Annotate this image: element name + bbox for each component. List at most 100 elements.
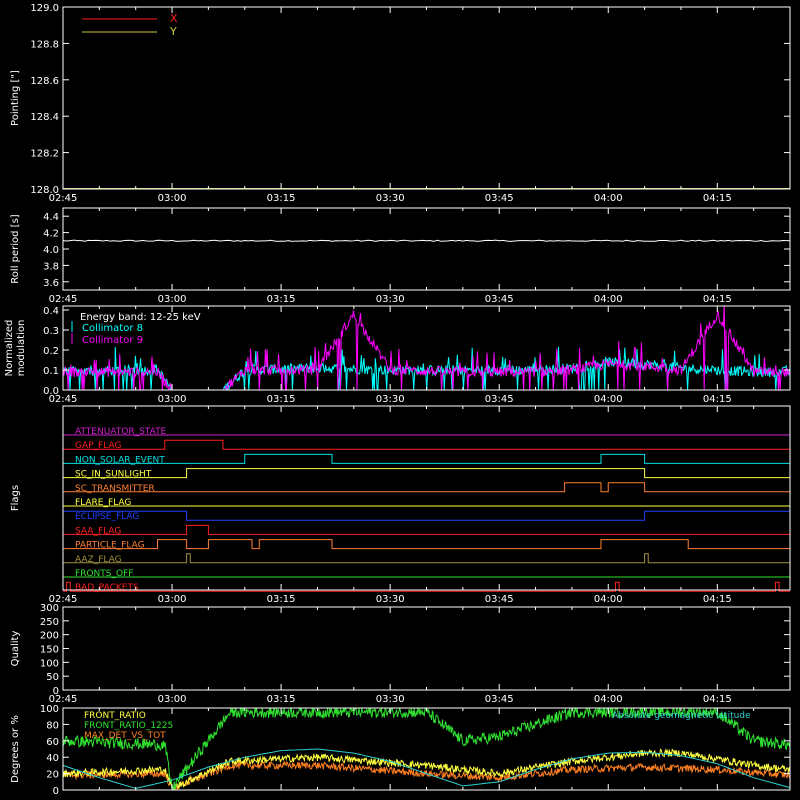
modulation-legend-label: Collimator 8	[82, 323, 143, 334]
qlook-chart: 02:45 03:00 03:15 03:30 03:45 04:00 04:15 129.0…	[4, 3, 791, 797]
quality-ylabel: Quality	[10, 631, 21, 667]
pointing-xtick-label: 03:45	[485, 193, 514, 204]
roll-ytick-label: 4.0	[43, 245, 59, 256]
pointing-ytick-label: 128.4	[30, 112, 59, 123]
flag-label-aaz_flag: AAZ_FLAG	[75, 555, 122, 565]
quality-xtick-label: 03:45	[485, 694, 514, 705]
flag-line-gap_flag	[63, 439, 790, 450]
pointing-legend-label: Y	[169, 25, 177, 38]
modulation-ytick-label: 0.2	[43, 346, 59, 357]
ratios-ytick-label: 80	[46, 720, 59, 731]
roll-frame	[62, 207, 791, 291]
modulation-xtick-label: 04:00	[594, 394, 623, 405]
flags-panel: ATTENUATOR_STATE GAP_FLAG NON_SOLAR_EVENT S…	[10, 405, 791, 605]
quality-frame	[62, 606, 791, 691]
flags-xtick-label: 03:30	[376, 594, 405, 605]
roll-xtick-label: 03:00	[158, 294, 187, 305]
flag-label-sc_transmitter: SC_TRANSMITTER	[75, 484, 155, 494]
flags-xtick-label: 03:15	[267, 594, 296, 605]
quality-ytick-label: 200	[40, 631, 59, 642]
ratios-ytick-label: 40	[46, 753, 59, 764]
flag-label-flare_flag: FLARE_FLAG	[75, 498, 131, 508]
quality-xtick-label: 03:15	[267, 694, 296, 705]
roll-ylabel: Roll period [s]	[10, 214, 21, 283]
pointing-xtick-label: 03:30	[376, 193, 405, 204]
flag-label-gap_flag: GAP_FLAG	[75, 441, 121, 451]
pointing-ytick-label: 128.8	[30, 39, 59, 50]
quality-xtick-label: 04:15	[703, 694, 732, 705]
pointing-ytick-label: 128.6	[30, 76, 59, 87]
roll-xtick-label: 03:45	[485, 294, 514, 305]
modulation-ytick-label: 0.4	[43, 306, 59, 317]
flags-xtick-label: 04:15	[703, 594, 732, 605]
roll-xtick-label: 03:30	[376, 294, 405, 305]
quality-ytick-label: 50	[46, 672, 59, 683]
quality-xtick-label: 03:00	[158, 694, 187, 705]
flags-xtick-label: 04:00	[594, 594, 623, 605]
ratios-ytick-label: 100	[40, 704, 59, 715]
quality-xtick-label: 03:30	[376, 694, 405, 705]
roll-ytick-label: 4.2	[43, 229, 59, 240]
roll-ytick-label: 3.6	[43, 278, 59, 289]
quality-ytick-label: 0	[53, 686, 59, 697]
flag-line-eclipse_flag	[63, 510, 791, 521]
flag-line-sc_in_sunlight	[63, 468, 790, 479]
quality-ytick-label: 300	[40, 603, 59, 614]
pointing-ylabel: Pointing ["]	[10, 70, 21, 126]
ratios-ytick-label: 20	[46, 770, 59, 781]
flag-label-bad_packets: BAD_PACKETS	[75, 583, 139, 593]
pointing-xtick-label: 04:00	[594, 193, 623, 204]
flag-line-saa_flag	[63, 524, 790, 535]
modulation-xtick-label: 03:15	[267, 394, 296, 405]
flag-label-attenuator_state: ATTENUATOR_STATE	[75, 427, 167, 437]
ratios-legend-label: FRONT_RATIO	[84, 711, 146, 721]
roll-xtick-label: 04:00	[594, 294, 623, 305]
flag-label-saa_flag: SAA_FLAG	[75, 526, 121, 536]
roll-xtick-label: 02:45	[49, 294, 78, 305]
flag-label-non_solar_event: NON_SOLAR_EVENT	[75, 455, 165, 465]
quality-ytick-label: 250	[40, 617, 59, 628]
ratios-ytick-label: 0	[53, 786, 59, 797]
flag-line-particle_flag	[63, 539, 790, 550]
roll-ytick-label: 4.4	[43, 212, 59, 223]
flags-xtick-label: 03:00	[158, 594, 187, 605]
pointing-xtick-label: 03:15	[267, 193, 296, 204]
pointing-ytick-label: 129.0	[30, 3, 59, 14]
flag-line-non_solar_event	[63, 453, 790, 464]
flag-label-sc_in_sunlight: SC_IN_SUNLIGHT	[75, 470, 152, 480]
roll-xtick-label: 03:15	[267, 294, 296, 305]
ratios-legend-label: MAX_DET_VS_TOT	[84, 731, 166, 741]
flag-label-particle_flag: PARTICLE_FLAG	[75, 541, 145, 551]
flag-line-aaz_flag	[63, 553, 790, 564]
ratios-panel: 100 80 60 40 20 0 Degrees or % FRONT_RATIOFRONT…	[10, 704, 791, 797]
flag-label-eclipse_flag: ECLIPSE_FLAG	[75, 512, 139, 522]
modulation-ytick-label: 0.3	[43, 326, 59, 337]
modulation-annotation: Energy band: 12-25 keV	[80, 312, 201, 323]
modulation-panel: 02:45 03:00 03:15 03:30 03:45 04:00 04:150.40.…	[4, 305, 791, 405]
roll-xtick-label: 04:15	[703, 294, 732, 305]
flag-label-fronts_off: FRONTS_OFF	[75, 569, 133, 579]
pointing-ytick-label: 128.0	[30, 185, 59, 196]
modulation-ytick-label: 0.0	[43, 386, 59, 397]
flags-ylabel: Flags	[10, 485, 21, 511]
flags-xtick-label: 03:45	[485, 594, 514, 605]
modulation-xtick-label: 03:30	[376, 394, 405, 405]
ratios-legend-label: FRONT_RATIO_1225	[84, 721, 173, 731]
ratios-ytick-label: 60	[46, 737, 59, 748]
ratios-legend-label: Absolute geomagnetic latitude	[612, 711, 751, 721]
modulation-ylabel: modulation	[16, 320, 27, 377]
modulation-legend-label: Collimator 9	[82, 335, 143, 346]
roll-series	[62, 239, 791, 242]
quality-panel: 02:45 03:00 03:15 03:30 03:45 04:00 04:1530025…	[10, 603, 791, 705]
pointing-panel: 02:45 03:00 03:15 03:30 03:45 04:00 04:15129.0…	[10, 3, 791, 204]
ratios-ylabel: Degrees or %	[10, 715, 21, 783]
pointing-legend-label: X	[170, 12, 178, 25]
modulation-xtick-label: 04:15	[703, 394, 732, 405]
pointing-xtick-label: 04:15	[703, 193, 732, 204]
modulation-xtick-label: 03:45	[485, 394, 514, 405]
pointing-xtick-label: 03:00	[158, 193, 187, 204]
modulation-xtick-label: 03:00	[158, 394, 187, 405]
quality-ytick-label: 150	[40, 645, 59, 656]
flag-line-sc_transmitter	[63, 482, 790, 493]
modulation-ytick-label: 0.1	[43, 366, 59, 377]
